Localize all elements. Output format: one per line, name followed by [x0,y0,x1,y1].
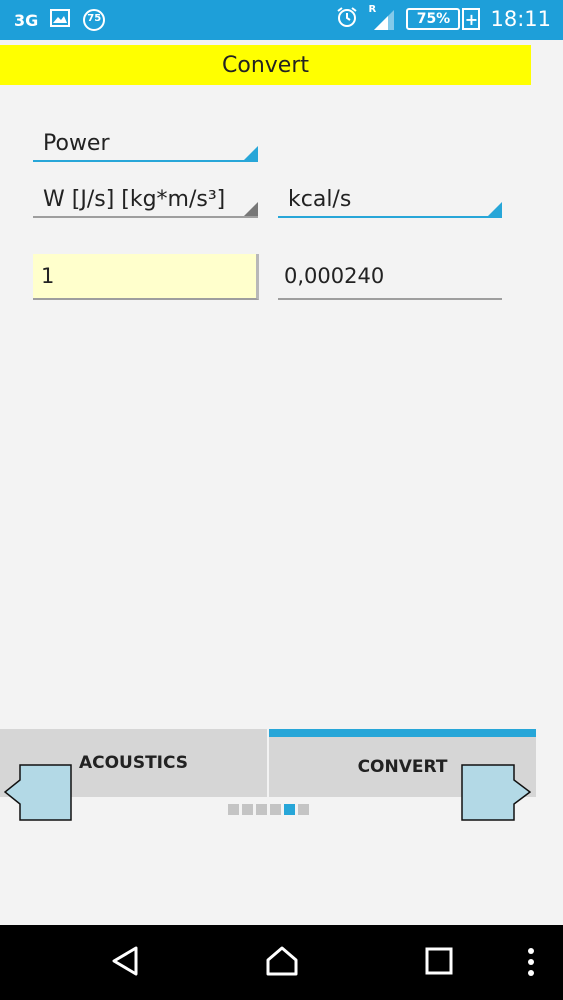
page-dot-active [284,804,295,815]
data-saver-badge: 75 [87,13,102,24]
alarm-icon [336,6,358,32]
signal-icon: R [368,4,396,32]
back-icon[interactable] [110,945,140,981]
page-dot [256,804,267,815]
dropdown-arrow-icon [244,202,258,216]
status-bar: 3G 75 R 75% + 18:11 [0,0,563,40]
output-value: 0,000240 [284,264,385,288]
navigation-bar [0,925,563,1000]
page-dot [242,804,253,815]
category-dropdown[interactable]: Power [33,126,258,162]
image-icon [50,9,71,31]
page-dot [270,804,281,815]
tab-convert-label: CONVERT [357,757,448,777]
battery-level: 75% [406,8,461,30]
category-value: Power [43,130,110,156]
data-saver-icon: 75 [82,8,106,32]
input-value: 1 [41,264,55,288]
from-unit-dropdown[interactable]: W [J/s] [kg*m/s³] [33,182,258,218]
arrow-left-icon [3,764,72,821]
to-unit-value: kcal/s [288,186,352,212]
page-title: Convert [0,45,531,85]
to-unit-dropdown[interactable]: kcal/s [278,182,502,218]
previous-page-button[interactable] [3,764,72,822]
input-value-field[interactable]: 1 [33,254,259,300]
page-dot [228,804,239,815]
home-icon[interactable] [265,945,299,981]
page-indicator [228,804,309,815]
page-dot [298,804,309,815]
output-value-field[interactable]: 0,000240 [278,254,502,300]
charging-icon: + [462,8,481,30]
overflow-menu-icon[interactable] [526,947,536,981]
tab-acoustics-label: ACOUSTICS [78,753,189,773]
clock: 18:11 [490,7,551,31]
recents-icon[interactable] [425,947,453,979]
network-type: 3G [14,10,39,30]
from-unit-value: W [J/s] [kg*m/s³] [43,186,226,212]
next-page-button[interactable] [461,764,532,822]
dropdown-arrow-icon [244,146,258,160]
battery-indicator: 75% + [406,8,481,30]
roaming-indicator: R [368,4,377,15]
arrow-right-icon [461,764,532,821]
dropdown-arrow-icon [488,202,502,216]
